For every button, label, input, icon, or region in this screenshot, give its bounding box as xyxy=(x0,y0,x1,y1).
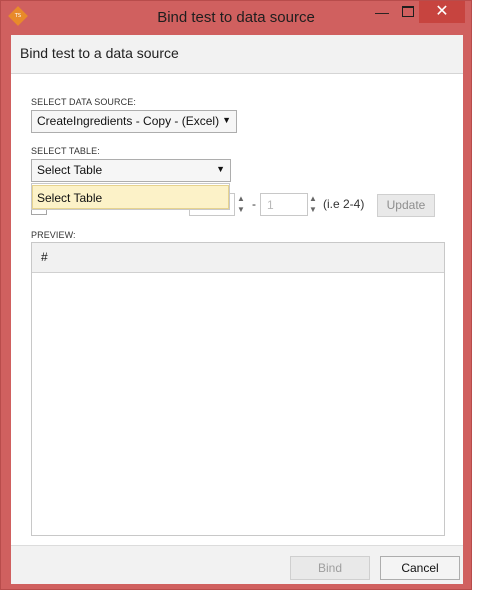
preview-grid[interactable]: # xyxy=(31,242,445,536)
dialog-header: Bind test to a data source xyxy=(11,35,463,74)
close-icon: ✕ xyxy=(435,3,449,20)
title-bar[interactable]: TS Bind test to data source — ✕ xyxy=(1,1,471,35)
cancel-button[interactable]: Cancel xyxy=(380,556,460,580)
minimize-icon: — xyxy=(375,4,389,20)
range-hint: (i.e 2-4) xyxy=(323,197,365,211)
minimize-button[interactable]: — xyxy=(369,1,395,23)
row-to-input[interactable]: 1 xyxy=(260,193,308,216)
preview-label: PREVIEW: xyxy=(31,230,76,240)
row-to-stepper[interactable]: ▲ ▼ xyxy=(307,193,319,216)
dialog-window: TS Bind test to data source — ✕ Bind tes… xyxy=(0,0,472,590)
bind-button[interactable]: Bind xyxy=(290,556,370,580)
chevron-down-icon: ▼ xyxy=(216,164,225,174)
row-from-stepper[interactable]: ▲ ▼ xyxy=(235,193,247,216)
data-source-select[interactable]: CreateIngredients - Copy - (Excel) ▼ xyxy=(31,110,237,133)
table-select-value: Select Table xyxy=(37,163,103,177)
table-option[interactable]: Select Table xyxy=(32,185,229,209)
range-separator: - xyxy=(252,197,256,211)
close-button[interactable]: ✕ xyxy=(419,1,465,23)
preview-header-row: # xyxy=(32,243,444,273)
chevron-down-icon: ▼ xyxy=(222,115,231,125)
row-number-column-header[interactable]: # xyxy=(41,250,48,264)
table-label: SELECT TABLE: xyxy=(31,146,100,156)
maximize-icon xyxy=(402,6,414,17)
maximize-button[interactable] xyxy=(395,1,421,23)
dialog-heading: Bind test to a data source xyxy=(20,45,179,61)
table-dropdown-list: Select Table xyxy=(31,183,230,210)
data-source-label: SELECT DATA SOURCE: xyxy=(31,97,136,107)
row-to-value: 1 xyxy=(267,198,274,212)
dialog-client: Bind test to a data source SELECT DATA S… xyxy=(11,35,463,584)
table-select[interactable]: Select Table ▼ xyxy=(31,159,231,182)
dialog-footer: Bind Cancel xyxy=(11,545,463,584)
update-button[interactable]: Update xyxy=(377,194,435,217)
data-source-value: CreateIngredients - Copy - (Excel) xyxy=(37,114,220,128)
